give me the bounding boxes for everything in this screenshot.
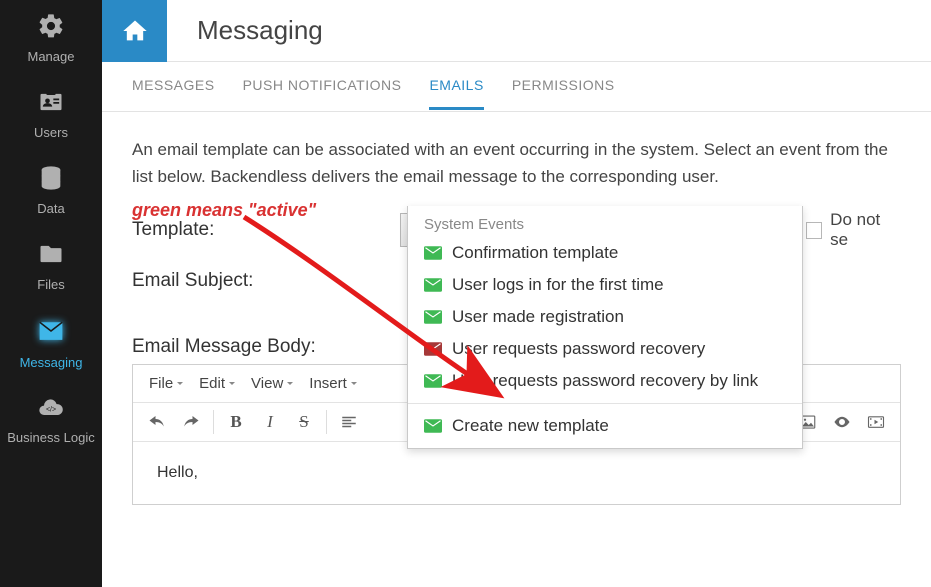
template-dropdown: System Events Confirmation template User… <box>407 206 803 449</box>
preview-button[interactable] <box>826 407 858 437</box>
dropdown-item-create-template[interactable]: Create new template <box>408 410 802 448</box>
sidebar-label: Messaging <box>20 355 83 370</box>
home-icon <box>121 17 149 45</box>
gear-icon <box>37 12 65 45</box>
sidebar-item-manage[interactable]: Manage <box>0 0 102 76</box>
sidebar-item-data[interactable]: Data <box>0 152 102 228</box>
editor-content[interactable]: Hello, <box>133 442 900 504</box>
template-label: Template: <box>132 219 400 241</box>
do-not-send-label: Do not se <box>830 210 901 250</box>
dropdown-item-label: User made registration <box>452 307 624 327</box>
dropdown-item-label: User requests password recovery by link <box>452 371 758 391</box>
envelope-green-icon <box>424 278 442 292</box>
envelope-red-icon <box>424 342 442 356</box>
sidebar-label: Data <box>37 201 64 216</box>
sidebar-label: Manage <box>28 49 75 64</box>
dropdown-section-header: System Events <box>408 206 802 237</box>
chevron-down-icon <box>351 382 357 388</box>
header: Messaging <box>102 0 931 62</box>
tab-emails[interactable]: EMAILS <box>429 63 483 110</box>
undo-button[interactable] <box>141 407 173 437</box>
redo-button[interactable] <box>175 407 207 437</box>
main-area: Messaging MESSAGES PUSH NOTIFICATIONS EM… <box>102 0 931 587</box>
folder-icon <box>37 240 65 273</box>
subject-label: Email Subject: <box>132 270 407 292</box>
envelope-green-icon <box>424 419 442 433</box>
dropdown-item-label: User logs in for the first time <box>452 275 664 295</box>
dropdown-item-label: Create new template <box>452 416 609 436</box>
annotation-text: green means "active" <box>132 200 316 221</box>
do-not-send-checkbox[interactable] <box>806 222 823 239</box>
sidebar-item-business-logic[interactable]: </> Business Logic <box>0 382 102 457</box>
tab-bar: MESSAGES PUSH NOTIFICATIONS EMAILS PERMI… <box>102 62 931 112</box>
home-button[interactable] <box>102 0 167 62</box>
menu-insert[interactable]: Insert <box>301 371 365 396</box>
menu-file[interactable]: File <box>141 371 191 396</box>
toolbar-separator <box>213 410 214 434</box>
menu-edit[interactable]: Edit <box>191 371 243 396</box>
editor-greeting: Hello, <box>157 464 198 481</box>
dropdown-item-password-recovery-link[interactable]: User requests password recovery by link <box>408 365 802 397</box>
italic-button[interactable]: I <box>254 407 286 437</box>
menu-view[interactable]: View <box>243 371 301 396</box>
svg-text:</>: </> <box>46 407 56 414</box>
envelope-green-icon <box>424 246 442 260</box>
dropdown-item-registration[interactable]: User made registration <box>408 301 802 333</box>
sidebar-label: Business Logic <box>7 431 94 445</box>
dropdown-item-confirmation[interactable]: Confirmation template <box>408 237 802 269</box>
chevron-down-icon <box>229 382 235 388</box>
sidebar-label: Files <box>37 277 64 292</box>
bold-button[interactable]: B <box>220 407 252 437</box>
envelope-green-icon <box>424 310 442 324</box>
toolbar-separator <box>326 410 327 434</box>
sidebar-item-messaging[interactable]: Messaging <box>0 304 102 382</box>
page-title: Messaging <box>197 15 323 46</box>
tab-push-notifications[interactable]: PUSH NOTIFICATIONS <box>243 63 402 110</box>
do-not-send-row: Do not se <box>806 210 901 250</box>
tab-permissions[interactable]: PERMISSIONS <box>512 63 615 110</box>
align-left-button[interactable] <box>333 407 365 437</box>
dropdown-item-password-recovery[interactable]: User requests password recovery <box>408 333 802 365</box>
content-area: An email template can be associated with… <box>102 112 931 529</box>
chevron-down-icon <box>177 382 183 388</box>
dropdown-item-first-login[interactable]: User logs in for the first time <box>408 269 802 301</box>
tab-messages[interactable]: MESSAGES <box>132 63 215 110</box>
sidebar-item-files[interactable]: Files <box>0 228 102 304</box>
strikethrough-button[interactable]: S <box>288 407 320 437</box>
dropdown-item-label: Confirmation template <box>452 243 618 263</box>
sidebar-item-users[interactable]: Users <box>0 76 102 152</box>
dropdown-item-label: User requests password recovery <box>452 339 705 359</box>
cloud-code-icon: </> <box>37 394 65 427</box>
sidebar-label: Users <box>34 125 68 140</box>
envelope-green-icon <box>424 374 442 388</box>
chevron-down-icon <box>287 382 293 388</box>
intro-text: An email template can be associated with… <box>132 136 901 190</box>
database-icon <box>37 164 65 197</box>
dropdown-separator <box>408 403 802 404</box>
sidebar: Manage Users Data Files Messaging </> Bu… <box>0 0 102 587</box>
video-button[interactable] <box>860 407 892 437</box>
envelope-icon <box>36 316 66 351</box>
id-badge-icon <box>37 88 65 121</box>
